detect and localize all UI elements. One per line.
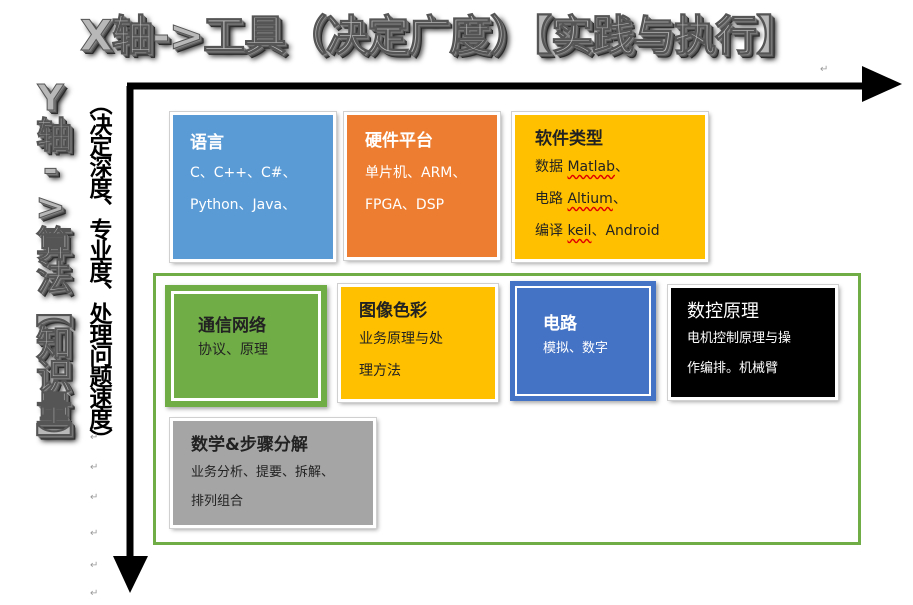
language-line-2: Python、Java、 xyxy=(190,197,297,213)
language-line-1: C、C++、C#、 xyxy=(190,165,297,181)
hardware-platform-box: 硬件平台 单片机、ARM、 FPGA、DSP xyxy=(343,111,501,261)
circuit-title: 电路 xyxy=(543,314,577,334)
y-axis-arrowhead xyxy=(113,556,148,593)
hardware-line-1: 单片机、ARM、 xyxy=(365,165,467,181)
circuit-box: 电路 模拟、数字 xyxy=(510,281,656,401)
paragraph-mark: ↵ xyxy=(90,528,99,539)
language-title: 语言 xyxy=(190,133,224,153)
math-line-1: 业务分析、提要、拆解、 xyxy=(191,465,335,480)
y-axis-title: Y轴->算法【知识量】 xyxy=(30,78,72,457)
software-altium: Altium xyxy=(567,191,613,207)
image-color-line-2: 理方法 xyxy=(359,363,401,379)
math-line-2: 排列组合 xyxy=(191,494,244,509)
cnc-principle-box: 数控原理 电机控制原理与操 作编排。机械臂 xyxy=(667,284,839,401)
paragraph-mark: ↵ xyxy=(90,588,99,599)
cnc-line-1: 电机控制原理与操 xyxy=(687,331,792,346)
paragraph-mark: ↵ xyxy=(90,492,99,503)
software-line-1-suffix: 、 xyxy=(614,159,629,175)
software-type-box: 软件类型 数据 Matlab、 电路 Altium、 编译 keil、Andro… xyxy=(511,111,709,263)
cnc-line-2: 作编排。机械臂 xyxy=(687,361,779,376)
communication-network-box: 通信网络 协议、原理 xyxy=(165,285,327,407)
software-line-2-suffix: 、 xyxy=(612,191,627,207)
circuit-line-1: 模拟、数字 xyxy=(543,341,609,356)
image-color-line-1: 业务原理与处 xyxy=(359,331,443,347)
paragraph-mark: ↵ xyxy=(820,64,829,75)
cnc-title: 数控原理 xyxy=(687,301,759,322)
y-axis-subtitle: （决定深度、专业度、处理问题速度） xyxy=(85,92,111,449)
software-keil: keil xyxy=(567,223,592,239)
image-color-box: 图像色彩 业务原理与处 理方法 xyxy=(337,283,499,403)
software-matlab: Matlab xyxy=(567,159,615,175)
image-color-title: 图像色彩 xyxy=(359,301,427,321)
paragraph-mark: ↵ xyxy=(90,462,99,473)
hardware-line-2: FPGA、DSP xyxy=(365,197,445,213)
paragraph-mark: ↵ xyxy=(90,560,99,571)
math-title: 数学&步骤分解 xyxy=(191,435,308,455)
x-axis-arrowhead xyxy=(862,66,902,102)
language-box: 语言 C、C++、C#、 Python、Java、 xyxy=(169,111,337,263)
software-line-3-suffix: 、Android xyxy=(591,223,660,239)
hardware-title: 硬件平台 xyxy=(365,131,433,151)
software-title: 软件类型 xyxy=(535,129,603,149)
paragraph-mark: ↵ xyxy=(90,432,99,443)
x-axis-title: X轴->工具（决定广度）【实践与执行】 xyxy=(80,11,799,61)
software-line-3-prefix: 编译 xyxy=(535,223,568,239)
software-line-1-prefix: 数据 xyxy=(535,159,568,175)
communication-line-1: 协议、原理 xyxy=(198,342,268,358)
software-line-2-prefix: 电路 xyxy=(535,191,568,207)
communication-title: 通信网络 xyxy=(198,316,266,336)
math-decomposition-box: 数学&步骤分解 业务分析、提要、拆解、 排列组合 xyxy=(169,417,377,529)
